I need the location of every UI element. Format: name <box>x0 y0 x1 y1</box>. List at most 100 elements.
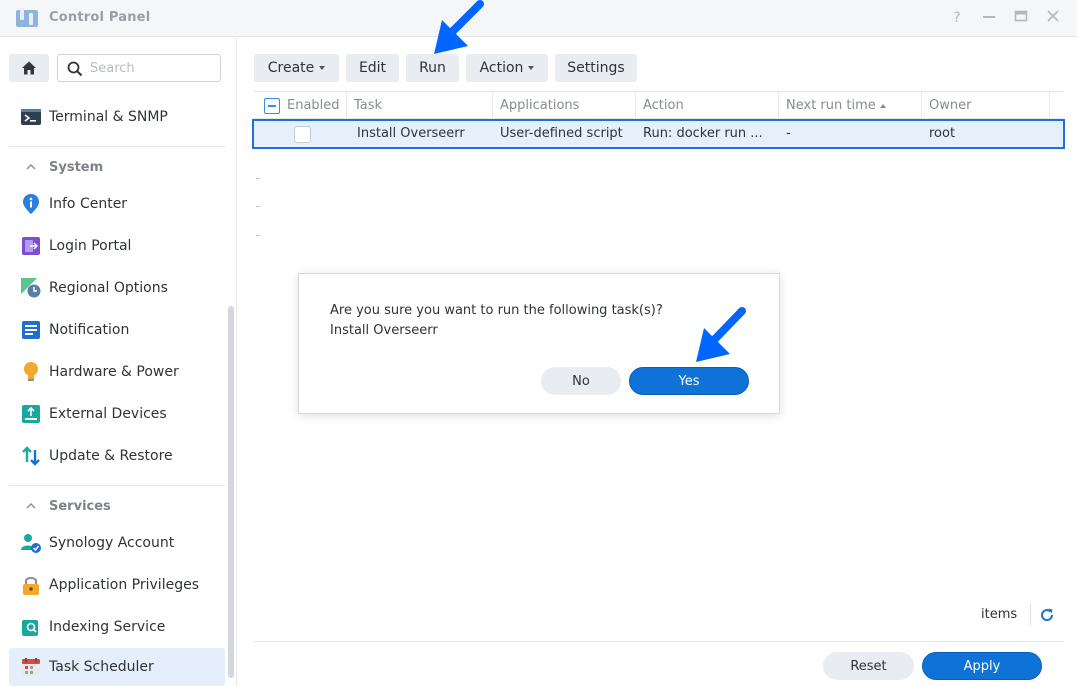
sidebar-item-label: External Devices <box>49 406 167 422</box>
sidebar-item-external-devices[interactable]: External Devices <box>9 395 225 433</box>
yes-button-label: Yes <box>678 373 700 389</box>
close-icon[interactable] <box>1044 9 1062 27</box>
sidebar-item-login-portal[interactable]: Login Portal <box>9 227 225 265</box>
chevron-up-icon <box>26 163 36 170</box>
home-icon <box>22 61 36 75</box>
help-icon[interactable]: ? <box>948 9 966 27</box>
globe-clock-icon <box>21 278 41 298</box>
maximize-icon[interactable] <box>1012 9 1030 27</box>
settings-button-label: Settings <box>567 60 625 76</box>
login-portal-icon <box>21 236 41 256</box>
column-label: Next run time <box>786 98 876 113</box>
sidebar-divider <box>9 146 225 147</box>
reset-button-label: Reset <box>850 658 887 674</box>
caret-down-icon <box>528 66 535 70</box>
column-label: Enabled <box>287 98 340 113</box>
sidebar-item-label: Hardware & Power <box>49 364 179 380</box>
chevron-up-icon <box>26 502 36 509</box>
cell-next-run: - <box>786 126 791 141</box>
search-field[interactable] <box>57 54 221 82</box>
column-applications[interactable]: Applications <box>493 92 636 119</box>
sidebar-item-task-scheduler[interactable]: Task Scheduler <box>9 648 225 686</box>
sidebar-item-label: Terminal & SNMP <box>49 109 168 125</box>
notification-icon <box>21 320 41 340</box>
create-button[interactable]: Create <box>254 54 339 82</box>
action-button-label: Action <box>479 60 524 76</box>
sidebar-item-label: Indexing Service <box>49 619 166 635</box>
items-count-label: items <box>981 607 1018 622</box>
sidebar-item-label: Info Center <box>49 196 128 212</box>
sidebar-item-hardware-power[interactable]: Hardware & Power <box>9 353 225 391</box>
cell-task: Install Overseerr <box>357 126 465 141</box>
account-icon <box>21 533 41 553</box>
dialog-task-name: Install Overseerr <box>330 323 438 338</box>
update-icon <box>21 446 41 466</box>
sidebar-item-label: Login Portal <box>49 238 132 254</box>
sort-ascending-icon <box>879 103 886 108</box>
run-button-label: Run <box>419 60 446 76</box>
search-input[interactable] <box>90 59 215 77</box>
table-row[interactable]: Install Overseerr User-defined script Ru… <box>252 119 1065 149</box>
column-action[interactable]: Action <box>636 92 779 119</box>
footer-separator <box>1030 604 1031 626</box>
sidebar-scrollbar[interactable] <box>228 306 234 678</box>
caret-down-icon <box>319 66 326 70</box>
external-device-icon <box>21 404 41 424</box>
column-owner[interactable]: Owner <box>922 92 1050 119</box>
section-header-system[interactable]: System <box>9 150 225 184</box>
calendar-icon <box>21 657 41 677</box>
cell-application: User-defined script <box>500 126 623 141</box>
empty-row-marker <box>256 178 260 179</box>
section-label: System <box>49 159 104 175</box>
sidebar-item-terminal-snmp[interactable]: Terminal & SNMP <box>9 98 225 136</box>
column-enabled[interactable]: Enabled <box>254 92 347 119</box>
settings-button[interactable]: Settings <box>555 54 637 82</box>
grid-header: Enabled Task Applications Action Next ru… <box>254 91 1064 119</box>
select-all-checkbox[interactable] <box>264 98 280 114</box>
sidebar-item-notification[interactable]: Notification <box>9 311 225 349</box>
cell-action: Run: docker run ... <box>643 126 763 141</box>
search-icon <box>67 61 83 77</box>
lock-icon <box>21 575 41 595</box>
create-button-label: Create <box>267 60 315 76</box>
minimize-icon[interactable] <box>980 9 998 27</box>
yes-button[interactable]: Yes <box>629 367 749 395</box>
home-button[interactable] <box>9 54 49 82</box>
sidebar-item-label: Synology Account <box>49 535 175 551</box>
footer-divider <box>254 641 1064 642</box>
column-label: Owner <box>929 98 972 113</box>
sidebar-divider <box>9 485 225 486</box>
no-button-label: No <box>572 373 590 389</box>
sidebar-item-synology-account[interactable]: Synology Account <box>9 524 225 562</box>
apply-button-label: Apply <box>963 658 1001 674</box>
sidebar-item-label: Application Privileges <box>49 577 199 593</box>
sidebar-item-application-privileges[interactable]: Application Privileges <box>9 566 225 604</box>
column-task[interactable]: Task <box>347 92 493 119</box>
empty-row-marker <box>256 235 260 236</box>
edit-button[interactable]: Edit <box>346 54 399 82</box>
indexing-icon <box>21 617 41 637</box>
run-button[interactable]: Run <box>406 54 459 82</box>
column-label: Applications <box>500 98 580 113</box>
sidebar-item-indexing-service[interactable]: Indexing Service <box>9 608 225 646</box>
enabled-checkbox[interactable] <box>294 126 311 143</box>
column-label: Action <box>643 98 684 113</box>
sidebar-item-label: Task Scheduler <box>49 659 154 675</box>
sidebar-item-label: Regional Options <box>49 280 168 296</box>
apply-button[interactable]: Apply <box>922 652 1042 680</box>
action-button[interactable]: Action <box>466 54 548 82</box>
refresh-icon[interactable] <box>1039 607 1055 623</box>
window-title: Control Panel <box>49 10 151 25</box>
sidebar-item-update-restore[interactable]: Update & Restore <box>9 437 225 475</box>
no-button[interactable]: No <box>541 367 621 395</box>
sidebar-item-info-center[interactable]: Info Center <box>9 185 225 223</box>
terminal-icon <box>21 107 41 127</box>
sidebar-item-label: Update & Restore <box>49 448 173 464</box>
section-header-services[interactable]: Services <box>9 489 225 523</box>
control-panel-app-icon <box>16 8 38 27</box>
sidebar-item-regional-options[interactable]: Regional Options <box>9 269 225 307</box>
sidebar: Terminal & SNMP System Info Center Login… <box>0 38 237 686</box>
info-icon <box>21 194 41 214</box>
reset-button[interactable]: Reset <box>823 652 914 680</box>
column-next-run-time[interactable]: Next run time <box>779 92 922 119</box>
